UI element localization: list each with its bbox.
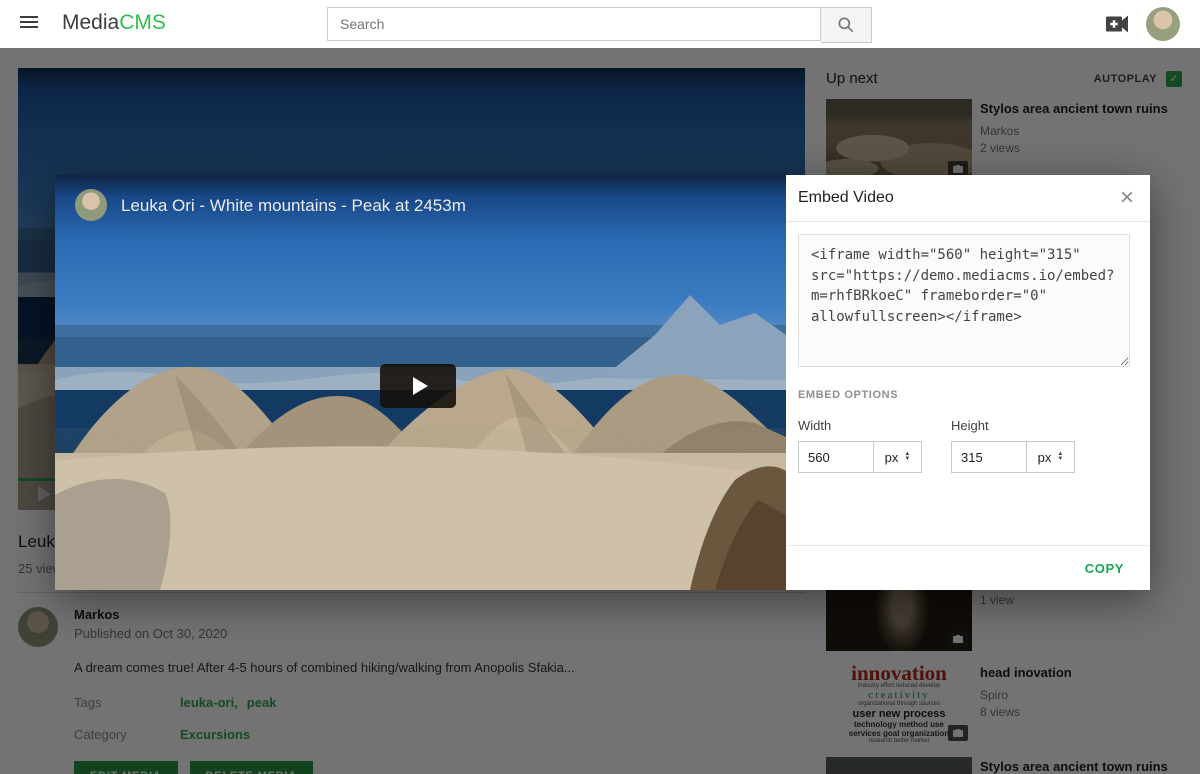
dialog-title: Embed Video xyxy=(798,189,894,207)
search-icon xyxy=(836,15,856,35)
play-icon xyxy=(413,377,428,395)
height-unit-select[interactable]: px ▲▼ xyxy=(1027,441,1075,473)
channel-avatar[interactable] xyxy=(75,189,107,221)
unit-label: px xyxy=(1038,450,1052,465)
search-bar xyxy=(327,7,872,43)
top-navbar: MediaCMS xyxy=(0,0,1200,48)
width-input[interactable] xyxy=(798,441,874,473)
width-label: Width xyxy=(798,418,922,433)
logo-media-text: Media xyxy=(62,11,119,34)
height-input[interactable] xyxy=(951,441,1027,473)
embed-popup: Leuka Ori - White mountains - Peak at 24… xyxy=(55,175,1150,590)
play-button[interactable] xyxy=(380,364,456,408)
embed-code-textarea[interactable]: <iframe width="560" height="315" src="ht… xyxy=(798,234,1130,367)
search-input[interactable] xyxy=(327,7,821,41)
unit-label: px xyxy=(885,450,899,465)
logo-cms-text: CMS xyxy=(119,11,166,34)
site-logo[interactable]: MediaCMS xyxy=(62,11,166,35)
hamburger-menu-icon[interactable] xyxy=(20,16,38,31)
embed-options-label: EMBED OPTIONS xyxy=(798,389,1138,401)
unit-stepper-icon: ▲▼ xyxy=(1057,452,1063,462)
embed-video-dialog: Embed Video × <iframe width="560" height… xyxy=(786,175,1150,590)
height-label: Height xyxy=(951,418,1075,433)
width-unit-select[interactable]: px ▲▼ xyxy=(874,441,922,473)
user-avatar[interactable] xyxy=(1146,7,1180,41)
copy-button[interactable]: COPY xyxy=(1085,561,1124,576)
search-button[interactable] xyxy=(821,7,872,43)
close-icon[interactable]: × xyxy=(1120,186,1134,210)
mediacms-page: MediaCMS Leuka Ori - White mountains xyxy=(0,0,1200,774)
upload-video-icon[interactable] xyxy=(1106,13,1130,35)
video-preview-player[interactable]: Leuka Ori - White mountains - Peak at 24… xyxy=(55,175,786,590)
unit-stepper-icon: ▲▼ xyxy=(904,452,910,462)
player-title-overlay: Leuka Ori - White mountains - Peak at 24… xyxy=(121,196,466,216)
